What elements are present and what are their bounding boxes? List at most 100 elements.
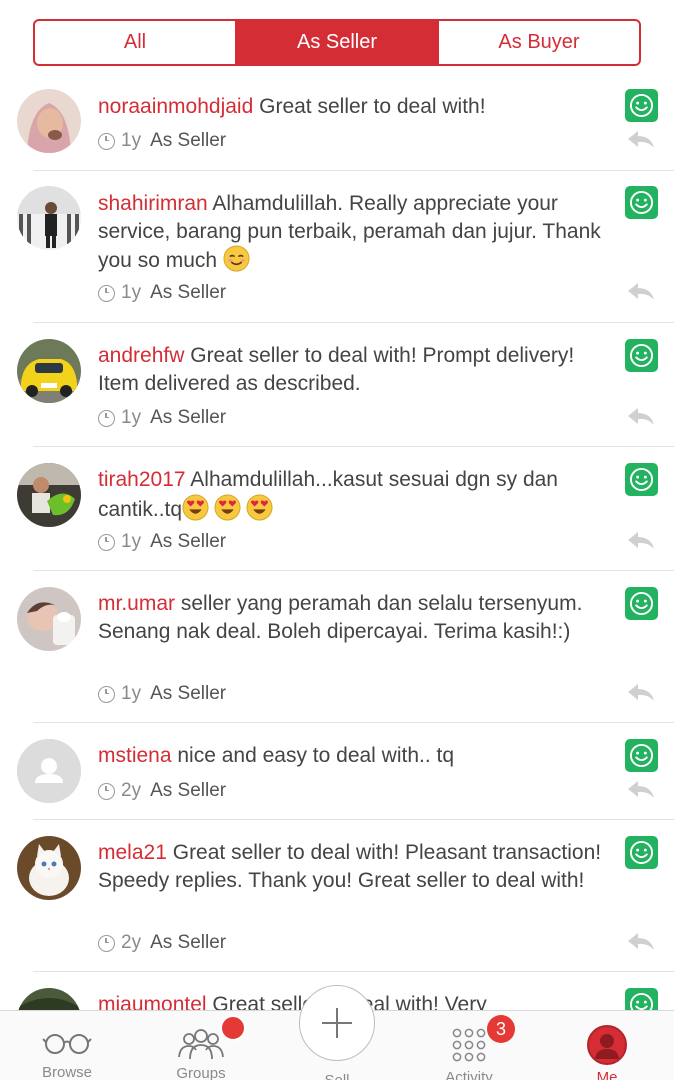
glasses-icon bbox=[42, 1025, 92, 1060]
feedback-item[interactable]: mr.umar seller yang peramah dan selalu t… bbox=[0, 571, 674, 723]
avatar[interactable] bbox=[17, 988, 81, 1010]
feedback-role: As Seller bbox=[150, 531, 227, 552]
feedback-item[interactable]: tirah2017 Alhamdulillah...kasut sesuai d… bbox=[0, 447, 674, 571]
feedback-role: As Seller bbox=[150, 932, 227, 953]
feedback-age: 2y bbox=[121, 780, 142, 801]
positive-smiley-icon bbox=[625, 988, 658, 1010]
feedback-list[interactable]: noraainmohdjaid Great seller to deal wit… bbox=[0, 85, 674, 1010]
reply-icon[interactable] bbox=[626, 530, 656, 552]
feedback-meta: 1y As Seller bbox=[98, 282, 226, 304]
positive-smiley-icon bbox=[625, 339, 658, 372]
avatar[interactable] bbox=[17, 89, 81, 153]
feedback-text: mstiena nice and easy to deal with.. tq bbox=[98, 742, 603, 770]
positive-smiley-icon bbox=[625, 89, 658, 122]
reply-icon[interactable] bbox=[626, 682, 656, 704]
feedback-filter-tabs: All As Seller As Buyer bbox=[33, 19, 641, 66]
tab-as-buyer[interactable]: As Buyer bbox=[439, 21, 639, 64]
clock-icon bbox=[98, 934, 115, 952]
tab-all[interactable]: All bbox=[35, 21, 237, 64]
feedback-meta: 1y As Seller bbox=[98, 531, 226, 553]
nav-me-label: Me bbox=[596, 1069, 618, 1080]
feedback-item[interactable]: mstiena nice and easy to deal with.. tq … bbox=[0, 723, 674, 820]
avatar[interactable] bbox=[17, 836, 81, 900]
username-link[interactable]: noraainmohdjaid bbox=[98, 95, 253, 118]
nav-sell-label: Sell bbox=[299, 1072, 375, 1080]
feedback-meta: 2y As Seller bbox=[98, 932, 226, 954]
feedback-role: As Seller bbox=[150, 130, 227, 151]
reply-icon[interactable] bbox=[626, 406, 656, 428]
feedback-screen: All As Seller As Buyer noraainmohdjaid G… bbox=[0, 0, 674, 1080]
feedback-role: As Seller bbox=[150, 282, 227, 303]
feedback-message: Great seller to deal with! Pleasant tran… bbox=[98, 841, 602, 892]
feedback-meta: 1y As Seller bbox=[98, 407, 226, 429]
smiling-face-emoji bbox=[223, 245, 250, 272]
username-link[interactable]: andrehfw bbox=[98, 344, 184, 367]
feedback-message: Great seller to deal with! bbox=[259, 95, 486, 118]
feedback-item[interactable]: mela21 Great seller to deal with! Pleasa… bbox=[0, 820, 674, 972]
nav-browse-label: Browse bbox=[41, 1064, 93, 1080]
plus-icon bbox=[322, 1008, 352, 1038]
nav-browse[interactable]: Browse bbox=[0, 1011, 134, 1080]
positive-smiley-icon bbox=[625, 739, 658, 772]
feedback-age: 2y bbox=[121, 932, 142, 953]
username-link[interactable]: miaumontel bbox=[98, 993, 207, 1010]
grid-dots-icon bbox=[449, 1025, 489, 1065]
username-link[interactable]: mela21 bbox=[98, 841, 167, 864]
avatar[interactable] bbox=[17, 463, 81, 527]
feedback-text: noraainmohdjaid Great seller to deal wit… bbox=[98, 93, 603, 121]
heart-eyes-emoji bbox=[182, 493, 209, 521]
reply-icon[interactable] bbox=[626, 129, 656, 151]
clock-icon bbox=[98, 409, 115, 427]
feedback-meta: 2y As Seller bbox=[98, 780, 226, 802]
groups-notification-dot bbox=[220, 1015, 246, 1041]
avatar[interactable] bbox=[17, 339, 81, 403]
feedback-age: 1y bbox=[121, 683, 142, 704]
activity-badge: 3 bbox=[487, 1015, 515, 1043]
feedback-age: 1y bbox=[121, 130, 142, 151]
clock-icon bbox=[98, 685, 115, 703]
feedback-age: 1y bbox=[121, 531, 142, 552]
reply-icon[interactable] bbox=[626, 281, 656, 303]
nav-groups[interactable]: Groups bbox=[134, 1011, 268, 1080]
avatar[interactable] bbox=[17, 186, 81, 250]
feedback-message: nice and easy to deal with.. tq bbox=[177, 744, 455, 767]
feedback-item[interactable]: andrehfw Great seller to deal with! Prom… bbox=[0, 323, 674, 447]
people-group-icon bbox=[175, 1025, 227, 1061]
reply-icon[interactable] bbox=[626, 779, 656, 801]
profile-avatar-icon bbox=[586, 1025, 628, 1065]
feedback-text: shahirimran Alhamdulillah. Really apprec… bbox=[98, 190, 603, 275]
feedback-meta: 1y As Seller bbox=[98, 130, 226, 152]
positive-smiley-icon bbox=[625, 836, 658, 869]
sell-button[interactable] bbox=[299, 985, 375, 1061]
username-link[interactable]: tirah2017 bbox=[98, 468, 186, 491]
reply-icon[interactable] bbox=[626, 931, 656, 953]
feedback-item[interactable]: shahirimran Alhamdulillah. Really apprec… bbox=[0, 171, 674, 323]
clock-icon bbox=[98, 284, 115, 302]
feedback-item[interactable]: noraainmohdjaid Great seller to deal wit… bbox=[0, 85, 674, 171]
username-link[interactable]: mr.umar bbox=[98, 592, 175, 615]
positive-smiley-icon bbox=[625, 587, 658, 620]
feedback-role: As Seller bbox=[150, 780, 227, 801]
positive-smiley-icon bbox=[625, 463, 658, 496]
default-avatar-icon[interactable] bbox=[17, 739, 81, 803]
username-link[interactable]: mstiena bbox=[98, 744, 172, 767]
feedback-meta: 1y As Seller bbox=[98, 683, 226, 705]
feedback-text: mela21 Great seller to deal with! Pleasa… bbox=[98, 839, 603, 894]
clock-icon bbox=[98, 132, 115, 150]
heart-eyes-emoji bbox=[214, 493, 241, 521]
feedback-text: andrehfw Great seller to deal with! Prom… bbox=[98, 342, 603, 397]
username-link[interactable]: shahirimran bbox=[98, 192, 208, 215]
feedback-role: As Seller bbox=[150, 683, 227, 704]
nav-activity-label: Activity bbox=[445, 1069, 493, 1080]
feedback-age: 1y bbox=[121, 407, 142, 428]
tab-as-seller[interactable]: As Seller bbox=[237, 21, 439, 64]
nav-me[interactable]: Me bbox=[540, 1011, 674, 1080]
positive-smiley-icon bbox=[625, 186, 658, 219]
avatar[interactable] bbox=[17, 587, 81, 651]
feedback-text: tirah2017 Alhamdulillah...kasut sesuai d… bbox=[98, 466, 603, 523]
clock-icon bbox=[98, 782, 115, 800]
heart-eyes-emoji bbox=[246, 493, 273, 521]
clock-icon bbox=[98, 533, 115, 551]
nav-activity[interactable]: Activity bbox=[402, 1011, 536, 1080]
nav-groups-label: Groups bbox=[176, 1065, 226, 1080]
